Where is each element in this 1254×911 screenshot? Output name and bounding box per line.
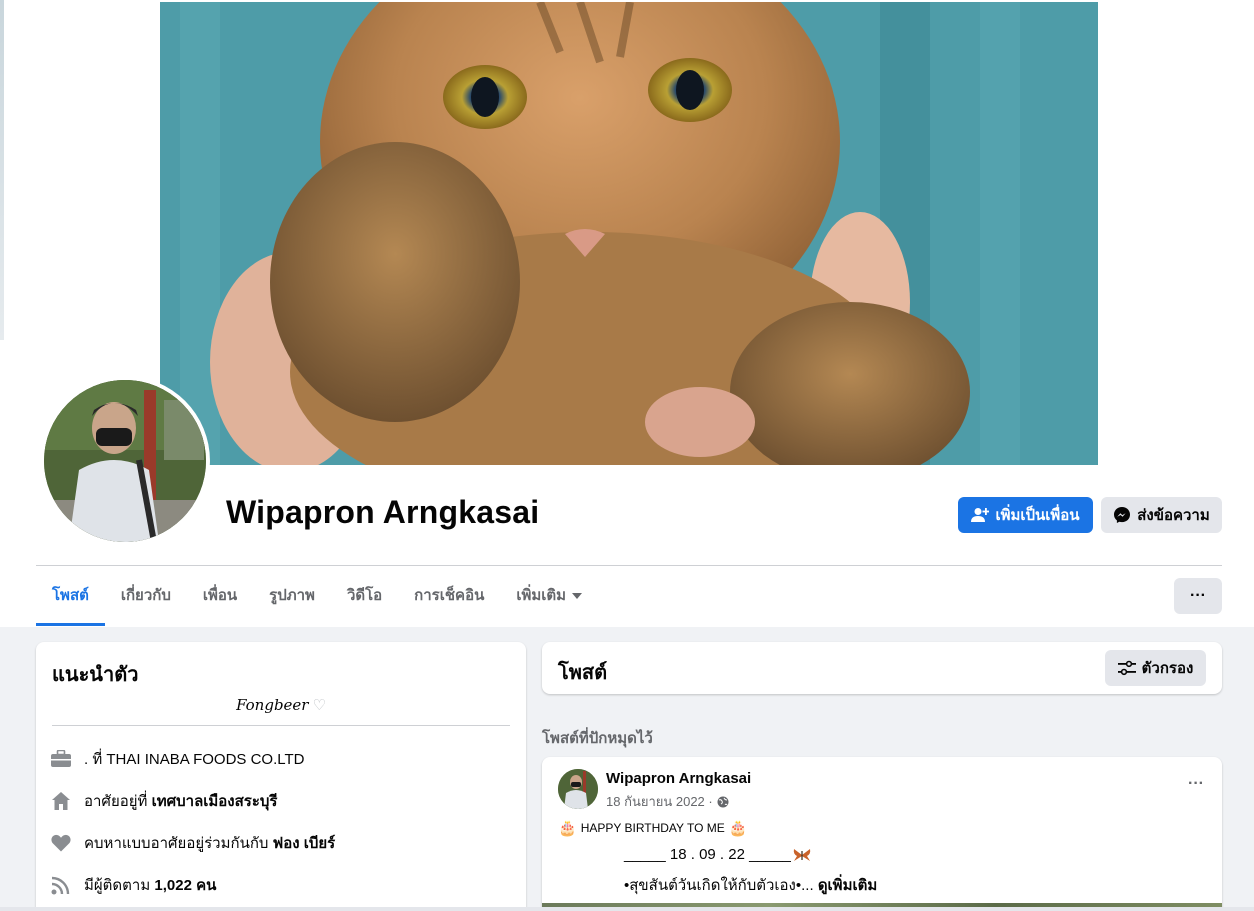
tab-checkins[interactable]: การเช็คอิน bbox=[398, 566, 500, 626]
lives-place-link[interactable]: เทศบาลเมืองสระบุรี bbox=[152, 793, 278, 810]
followers-text: มีผู้ติดตาม 1,022 คน bbox=[84, 873, 216, 897]
intro-divider bbox=[52, 725, 510, 726]
intro-title: แนะนำตัว bbox=[52, 664, 139, 686]
work-text: . ที่ THAI INABA FOODS CO.LTD bbox=[84, 751, 305, 768]
tab-label: การเช็คอิน bbox=[414, 587, 485, 604]
profile-tabs: โพสต์ เกี่ยวกับ เพื่อน รูปภาพ วิดีโอ การ… bbox=[36, 566, 598, 626]
cake-icon: 🎂 bbox=[558, 820, 577, 837]
avatar bbox=[44, 380, 206, 542]
post-options-button[interactable]: ··· bbox=[1188, 775, 1204, 793]
intro-followers: มีผู้ติดตาม 1,022 คน bbox=[50, 873, 216, 897]
tab-label: วิดีโอ bbox=[346, 587, 383, 604]
filter-button[interactable]: ตัวกรอง bbox=[1105, 650, 1206, 686]
post-author-avatar[interactable] bbox=[558, 769, 598, 809]
cover-cat-image bbox=[160, 2, 1098, 465]
relationship-text: คบหาแบบอาศัยอยู่ร่วมกันกับ ฟอง เบียร์ bbox=[84, 831, 335, 855]
home-icon bbox=[50, 790, 72, 812]
heart-icon bbox=[50, 832, 72, 854]
tab-more[interactable]: เพิ่มเติม bbox=[500, 566, 598, 626]
bottom-edge bbox=[0, 907, 1254, 911]
message-button[interactable]: ส่งข้อความ bbox=[1101, 497, 1222, 533]
intro-bio: Fongbeer ♡ bbox=[36, 696, 526, 714]
lives-prefix: อาศัยอยู่ที่ bbox=[84, 793, 152, 810]
tab-label: เพื่อน bbox=[202, 587, 238, 604]
more-options-button[interactable]: ··· bbox=[1174, 578, 1222, 614]
intro-card: แนะนำตัว Fongbeer ♡ . ที่ THAI INABA FOOD… bbox=[36, 642, 526, 911]
post-text-line2: _____ 18 . 09 . 22 _____ bbox=[624, 846, 811, 863]
followers-prefix: มีผู้ติดตาม bbox=[84, 877, 155, 894]
globe-icon bbox=[717, 796, 729, 807]
more-dots-icon: ··· bbox=[1190, 587, 1206, 604]
briefcase-icon bbox=[50, 748, 72, 770]
butterfly-icon bbox=[793, 848, 811, 861]
intro-relationship: คบหาแบบอาศัยอยู่ร่วมกันกับ ฟอง เบียร์ bbox=[50, 831, 335, 855]
post-text-3: •สุขสันต์วันเกิดให้กับตัวเอง•... bbox=[624, 877, 818, 894]
post-text-2: _____ 18 . 09 . 22 _____ bbox=[624, 846, 791, 863]
post-text-line1: 🎂 HAPPY BIRTHDAY TO ME 🎂 bbox=[558, 819, 747, 837]
cake-icon: 🎂 bbox=[728, 820, 748, 837]
posts-title: โพสต์ bbox=[558, 662, 608, 684]
add-friend-button[interactable]: เพิ่มเป็นเพื่อน bbox=[958, 497, 1093, 533]
post-text-1: HAPPY BIRTHDAY TO ME bbox=[580, 821, 725, 835]
messenger-icon bbox=[1114, 507, 1131, 523]
message-label: ส่งข้อความ bbox=[1137, 507, 1210, 524]
avatar-photo bbox=[44, 380, 206, 542]
background-strip bbox=[0, 0, 4, 340]
profile-avatar[interactable] bbox=[40, 376, 210, 546]
lives-text: อาศัยอยู่ที่ เทศบาลเมืองสระบุรี bbox=[84, 789, 277, 813]
tab-friends[interactable]: เพื่อน bbox=[187, 566, 253, 626]
add-friend-icon bbox=[971, 508, 990, 522]
tab-videos[interactable]: วิดีโอ bbox=[331, 566, 398, 626]
tab-posts[interactable]: โพสต์ bbox=[36, 566, 105, 626]
heart-outline-icon: ♡ bbox=[312, 696, 326, 714]
tab-label: เพิ่มเติม bbox=[516, 587, 567, 604]
tab-photos[interactable]: รูปภาพ bbox=[253, 566, 331, 626]
tab-about[interactable]: เกี่ยวกับ bbox=[105, 566, 187, 626]
tab-label: รูปภาพ bbox=[269, 587, 315, 604]
relationship-partner-link[interactable]: ฟอง เบียร์ bbox=[273, 835, 336, 852]
pinned-post: Wipapron Arngkasai 18 กันยายน 2022 · ···… bbox=[542, 757, 1222, 911]
filter-label: ตัวกรอง bbox=[1141, 660, 1194, 677]
post-meta: 18 กันยายน 2022 · bbox=[606, 791, 729, 812]
intro-lives: อาศัยอยู่ที่ เทศบาลเมืองสระบุรี bbox=[50, 789, 277, 813]
post-text-line3: •สุขสันต์วันเกิดให้กับตัวเอง•... ดูเพิ่ม… bbox=[624, 873, 877, 897]
followers-count-link[interactable]: 1,022 คน bbox=[154, 877, 216, 894]
post-author-name[interactable]: Wipapron Arngkasai bbox=[606, 770, 751, 787]
relationship-prefix: คบหาแบบอาศัยอยู่ร่วมกันกับ bbox=[84, 835, 273, 852]
bio-text: Fongbeer bbox=[236, 696, 309, 714]
cover-photo[interactable] bbox=[160, 2, 1098, 465]
filter-icon bbox=[1117, 660, 1136, 676]
profile-name: Wipapron Arngkasai bbox=[226, 494, 540, 530]
posts-header-card: โพสต์ ตัวกรอง bbox=[542, 642, 1222, 694]
add-friend-label: เพิ่มเป็นเพื่อน bbox=[995, 507, 1080, 524]
post-date[interactable]: 18 กันยายน 2022 · bbox=[606, 791, 713, 812]
pinned-posts-label: โพสต์ที่ปักหมุดไว้ bbox=[542, 730, 653, 747]
tab-label: โพสต์ bbox=[52, 587, 89, 604]
tab-label: เกี่ยวกับ bbox=[120, 587, 171, 604]
dropdown-caret-icon bbox=[572, 593, 583, 599]
intro-work: . ที่ THAI INABA FOODS CO.LTD bbox=[50, 747, 304, 771]
rss-icon bbox=[50, 874, 72, 896]
see-more-link[interactable]: ดูเพิ่มเติม bbox=[818, 877, 877, 894]
